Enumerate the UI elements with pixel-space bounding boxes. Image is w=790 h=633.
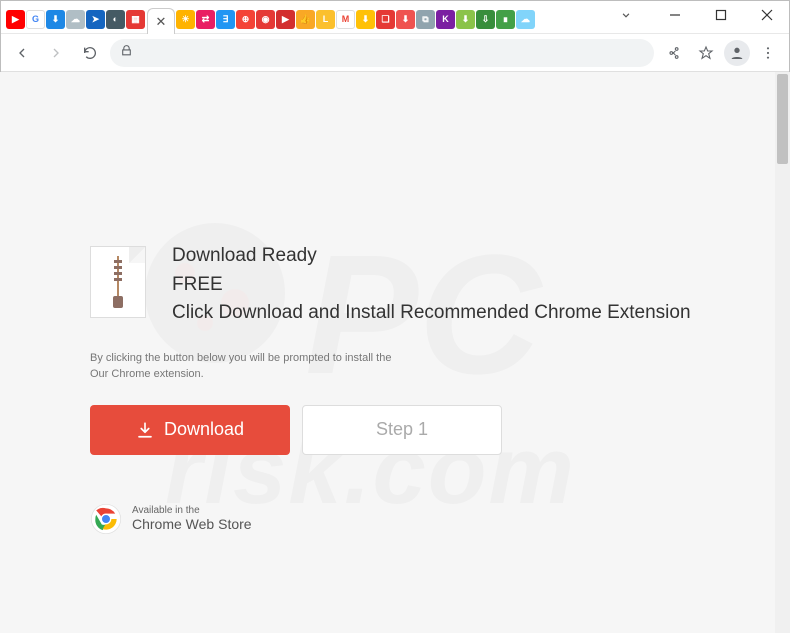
- background-tab[interactable]: ☀: [176, 10, 195, 29]
- lock-icon: [120, 44, 133, 62]
- background-tab[interactable]: K: [436, 10, 455, 29]
- scrollbar-thumb[interactable]: [777, 74, 788, 164]
- background-tab[interactable]: ⇩: [476, 10, 495, 29]
- back-button[interactable]: [8, 39, 36, 67]
- close-window-button[interactable]: [744, 0, 790, 30]
- background-tab[interactable]: ◉: [256, 10, 275, 29]
- background-tab[interactable]: 👍: [296, 10, 315, 29]
- background-tab[interactable]: ❏: [376, 10, 395, 29]
- background-tab[interactable]: ⊕: [236, 10, 255, 29]
- active-tab[interactable]: ✕: [147, 8, 175, 34]
- webstore-line-1: Available in the: [132, 505, 252, 516]
- background-tab[interactable]: ⧉: [416, 10, 435, 29]
- step-button-label: Step 1: [376, 419, 428, 440]
- minimize-button[interactable]: [652, 0, 698, 30]
- window-controls: [652, 0, 790, 30]
- background-tab[interactable]: L: [316, 10, 335, 29]
- heading-line-2: FREE: [172, 271, 691, 300]
- maximize-button[interactable]: [698, 0, 744, 30]
- close-tab-icon[interactable]: ✕: [156, 14, 167, 30]
- heading-line-1: Download Ready: [172, 242, 691, 271]
- disclaimer-line-2: Our Chrome extension.: [90, 366, 430, 383]
- background-tab[interactable]: ∃: [216, 10, 235, 29]
- scrollbar-track[interactable]: [775, 72, 790, 633]
- webstore-line-2: Chrome Web Store: [132, 516, 252, 532]
- background-tab[interactable]: M: [336, 10, 355, 29]
- address-bar[interactable]: [110, 39, 654, 67]
- background-tab[interactable]: G: [26, 10, 45, 29]
- background-tab[interactable]: ⬇: [456, 10, 475, 29]
- background-tab[interactable]: ◐: [106, 10, 125, 29]
- file-icon: [90, 246, 146, 318]
- browser-toolbar: [0, 34, 790, 72]
- step-1-button[interactable]: Step 1: [302, 405, 502, 455]
- hero-section: Download Ready FREE Click Download and I…: [90, 242, 700, 328]
- disclaimer-text: By clicking the button below you will be…: [90, 350, 430, 383]
- bookmark-button[interactable]: [692, 39, 720, 67]
- heading-line-3: Click Download and Install Recommended C…: [172, 299, 691, 328]
- background-tab[interactable]: ☁: [66, 10, 85, 29]
- tab-strip: ▶G⬇☁➤◐▦✕☀⇄∃⊕◉▶👍LM⬇❏⬇⧉K⬇⇩∎☁: [6, 6, 536, 32]
- page-viewport: PC risk.com Download Ready FREE: [0, 72, 790, 633]
- background-tab[interactable]: ▦: [126, 10, 145, 29]
- background-tab[interactable]: ⬇: [356, 10, 375, 29]
- chrome-web-store-badge[interactable]: Available in the Chrome Web Store: [90, 503, 700, 535]
- disclaimer-line-1: By clicking the button below you will be…: [90, 350, 430, 367]
- background-tab[interactable]: ➤: [86, 10, 105, 29]
- download-button[interactable]: Download: [90, 405, 290, 455]
- share-button[interactable]: [660, 39, 688, 67]
- profile-button[interactable]: [724, 40, 750, 66]
- background-tab[interactable]: ☁: [516, 10, 535, 29]
- background-tab[interactable]: ⇄: [196, 10, 215, 29]
- chrome-icon: [90, 503, 122, 535]
- background-tab[interactable]: ▶: [276, 10, 295, 29]
- menu-button[interactable]: [754, 39, 782, 67]
- reload-button[interactable]: [76, 39, 104, 67]
- window-titlebar: ▶G⬇☁➤◐▦✕☀⇄∃⊕◉▶👍LM⬇❏⬇⧉K⬇⇩∎☁: [0, 0, 790, 34]
- background-tab[interactable]: ⬇: [46, 10, 65, 29]
- background-tab[interactable]: ▶: [6, 10, 25, 29]
- background-tab[interactable]: ⬇: [396, 10, 415, 29]
- download-icon: [136, 421, 154, 439]
- download-button-label: Download: [164, 419, 244, 440]
- background-tab[interactable]: ∎: [496, 10, 515, 29]
- tabs-overflow-button[interactable]: [608, 0, 644, 30]
- forward-button[interactable]: [42, 39, 70, 67]
